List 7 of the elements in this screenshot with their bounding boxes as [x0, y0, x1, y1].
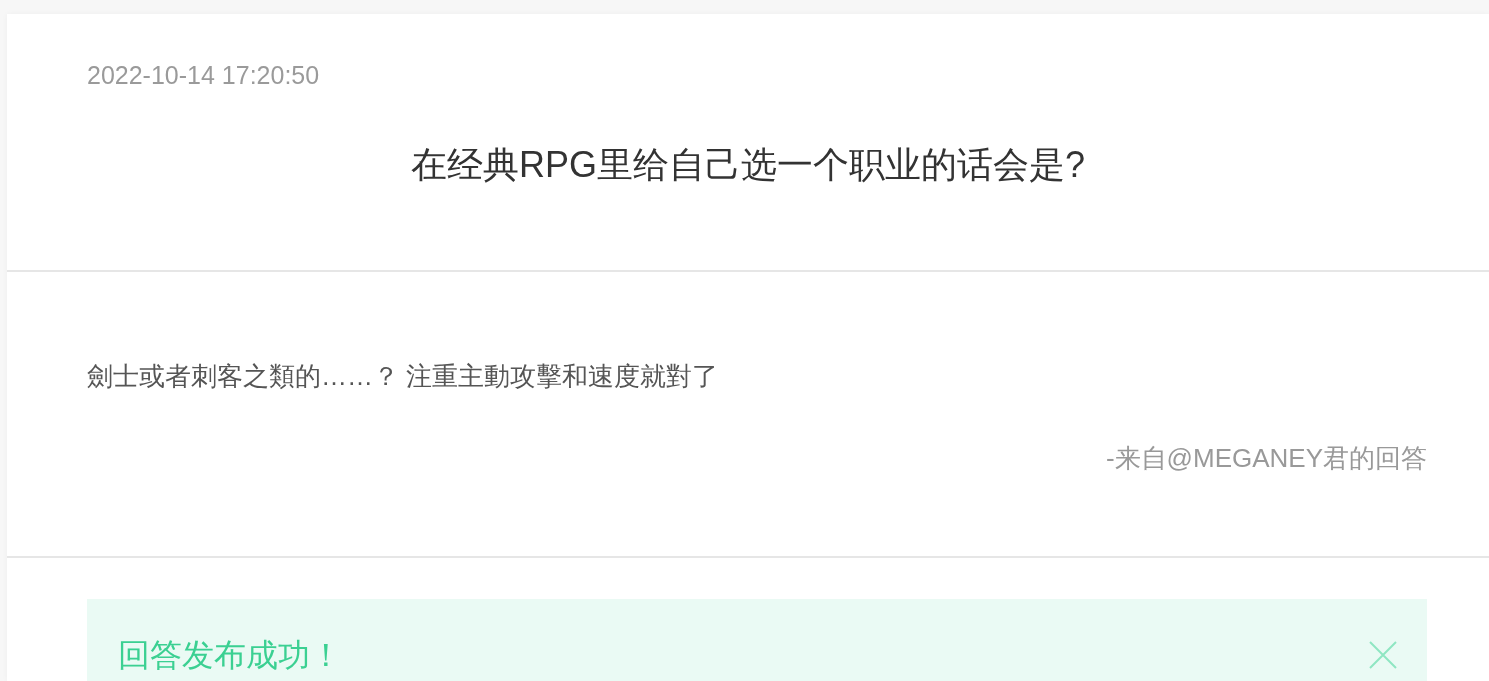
answer-attribution: -来自@MEGANEY君的回答 [1105, 442, 1427, 475]
close-icon [1369, 641, 1397, 669]
post-timestamp: 2022-10-14 17:20:50 [87, 60, 320, 91]
answer-text: 劍士或者刺客之類的……？ 注重主動攻擊和速度就對了 [87, 360, 719, 393]
close-button[interactable] [1369, 641, 1397, 669]
question-title: 在经典RPG里给自己选一个职业的话会是? [410, 143, 1085, 187]
alert-message: 回答发布成功！ [118, 636, 342, 675]
